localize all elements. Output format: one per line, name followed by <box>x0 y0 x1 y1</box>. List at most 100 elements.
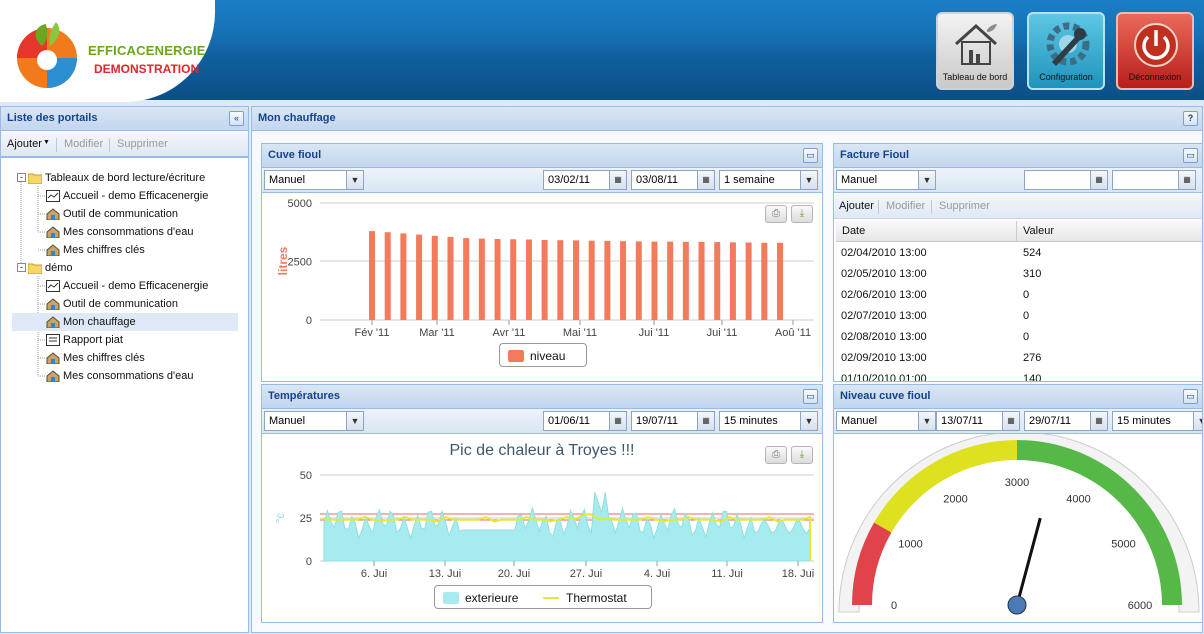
period-select[interactable]: 1 semaine ▼ <box>719 170 818 190</box>
column-header-valeur[interactable]: Valeur <box>1023 225 1054 237</box>
x-tick-label: Mai '11 <box>563 327 597 339</box>
start-date-field[interactable]: 03/02/11 ▦ <box>543 170 627 190</box>
start-date-field[interactable]: 01/06/11 ▦ <box>543 411 627 431</box>
delete-button[interactable]: Supprimer <box>117 138 168 150</box>
minimize-icon[interactable]: ▭ <box>1183 389 1198 404</box>
table-row[interactable]: 02/06/2010 13:00 0 <box>834 285 1200 306</box>
start-date-field[interactable]: ▦ <box>1024 170 1108 190</box>
help-icon[interactable]: ? <box>1183 111 1198 126</box>
exterieure-series <box>323 492 811 562</box>
start-date-field[interactable]: 13/07/11 ▦ <box>936 411 1020 431</box>
calendar-icon[interactable]: ▦ <box>697 171 714 189</box>
bar <box>588 240 595 320</box>
y-tick-label: 0 <box>306 315 312 327</box>
period-select[interactable]: 15 minutes ▼ <box>719 411 818 431</box>
dashboard-button-label: Tableau de bord <box>942 72 1008 82</box>
tree-label: Outil de communication <box>63 208 178 220</box>
configuration-button[interactable]: Configuration <box>1027 12 1105 90</box>
house-icon <box>46 370 60 382</box>
minimize-icon[interactable]: ▭ <box>803 389 818 404</box>
table-row[interactable]: 01/10/2010 01:00 140 <box>834 369 1200 381</box>
cell-value: 0 <box>1023 331 1030 343</box>
calendar-icon[interactable]: ▦ <box>1178 171 1195 189</box>
y-tick-label: 2500 <box>288 257 312 269</box>
bar <box>698 241 705 320</box>
print-icon[interactable]: ⎙ <box>765 446 787 464</box>
cell-date: 02/04/2010 13:00 <box>841 247 927 259</box>
column-header-date[interactable]: Date <box>842 225 865 237</box>
toolbar-divider <box>109 138 110 152</box>
table-row[interactable]: 02/09/2010 13:00 276 <box>834 348 1200 369</box>
calendar-icon[interactable]: ▦ <box>1090 412 1107 430</box>
mode-select[interactable]: Manuel ▼ <box>264 170 364 190</box>
legend-label: Thermostat <box>566 591 627 605</box>
period-select[interactable]: 15 minutes ▼ <box>1112 411 1202 431</box>
table-row[interactable]: 02/05/2010 13:00 310 <box>834 264 1200 285</box>
edit-button[interactable]: Modifier <box>64 138 103 150</box>
brand-name: EFFICACENERGIE <box>88 43 206 58</box>
chevron-down-icon: ▼ <box>1193 412 1202 430</box>
chart-legend[interactable]: niveau <box>499 343 587 367</box>
cell-date: 02/05/2010 13:00 <box>841 268 927 280</box>
logo-mark <box>17 22 77 88</box>
bar <box>573 240 579 320</box>
print-icon[interactable]: ⎙ <box>765 205 787 223</box>
mode-select[interactable]: Manuel ▼ <box>836 411 936 431</box>
add-row-button[interactable]: Ajouter <box>839 200 874 212</box>
report-icon <box>46 334 60 346</box>
x-tick-label: Fév '11 <box>355 327 390 339</box>
end-date-field[interactable]: 29/07/11 ▦ <box>1024 411 1108 431</box>
end-date-field[interactable]: 19/07/11 ▦ <box>631 411 715 431</box>
tree-toggle-icon[interactable]: - <box>17 263 26 272</box>
folder-icon <box>28 263 42 274</box>
add-button[interactable]: Ajouter <box>7 138 42 150</box>
edit-row-button[interactable]: Modifier <box>886 200 925 212</box>
table-row[interactable]: 02/07/2010 13:00 0 <box>834 306 1200 327</box>
cell-value: 0 <box>1023 289 1030 301</box>
calendar-icon[interactable]: ▦ <box>697 412 714 430</box>
mode-select[interactable]: Manuel ▼ <box>264 411 364 431</box>
add-dropdown-icon[interactable]: ▼ <box>43 139 50 146</box>
column-divider <box>1016 221 1017 242</box>
x-tick-label: Jui '11 <box>707 327 738 339</box>
tree-label: Outil de communication <box>63 298 178 310</box>
period-value: 15 minutes <box>724 415 778 427</box>
gauge-tick-label: 6000 <box>1128 600 1152 612</box>
chevron-down-icon: ▼ <box>346 412 363 430</box>
folder-icon <box>28 173 42 184</box>
chevron-down-icon: ▼ <box>800 412 817 430</box>
bar <box>729 242 736 320</box>
end-date-field[interactable]: 03/08/11 ▦ <box>631 170 715 190</box>
x-tick-label: 13. Jui <box>429 568 461 580</box>
collapse-icon[interactable]: « <box>229 111 244 126</box>
tree-toggle-icon[interactable]: - <box>17 173 26 182</box>
chart-legend[interactable]: exterieure Thermostat <box>434 585 652 609</box>
bar <box>447 236 454 320</box>
mode-select[interactable]: Manuel ▼ <box>836 170 936 190</box>
download-icon[interactable]: ⤓ <box>791 205 813 223</box>
tree-label: démo <box>45 262 73 274</box>
calendar-icon[interactable]: ▦ <box>1090 171 1107 189</box>
end-date-value: 03/08/11 <box>636 174 679 186</box>
end-date-field[interactable]: ▦ <box>1112 170 1196 190</box>
bar <box>416 234 423 320</box>
bar <box>635 241 642 320</box>
calendar-icon[interactable]: ▦ <box>1002 412 1019 430</box>
bar <box>400 233 407 320</box>
wrench-gear-icon <box>1046 22 1090 66</box>
cell-date: 01/10/2010 01:00 <box>841 373 927 381</box>
minimize-icon[interactable]: ▭ <box>1183 148 1198 163</box>
minimize-icon[interactable]: ▭ <box>803 148 818 163</box>
start-date-value: 01/06/11 <box>548 415 591 427</box>
delete-row-button[interactable]: Supprimer <box>939 200 990 212</box>
logout-button[interactable]: Déconnexion <box>1116 12 1194 90</box>
widget-title: Températures <box>262 385 822 409</box>
portal-list-title: Liste des portails <box>1 107 248 131</box>
dashboard-button[interactable]: Tableau de bord <box>936 12 1014 90</box>
calendar-icon[interactable]: ▦ <box>609 171 626 189</box>
table-row[interactable]: 02/08/2010 13:00 0 <box>834 327 1200 348</box>
calendar-icon[interactable]: ▦ <box>609 412 626 430</box>
download-icon[interactable]: ⤓ <box>791 446 813 464</box>
gauge-tick-label: 0 <box>891 600 897 612</box>
table-row[interactable]: 02/04/2010 13:00 524 <box>834 243 1200 264</box>
